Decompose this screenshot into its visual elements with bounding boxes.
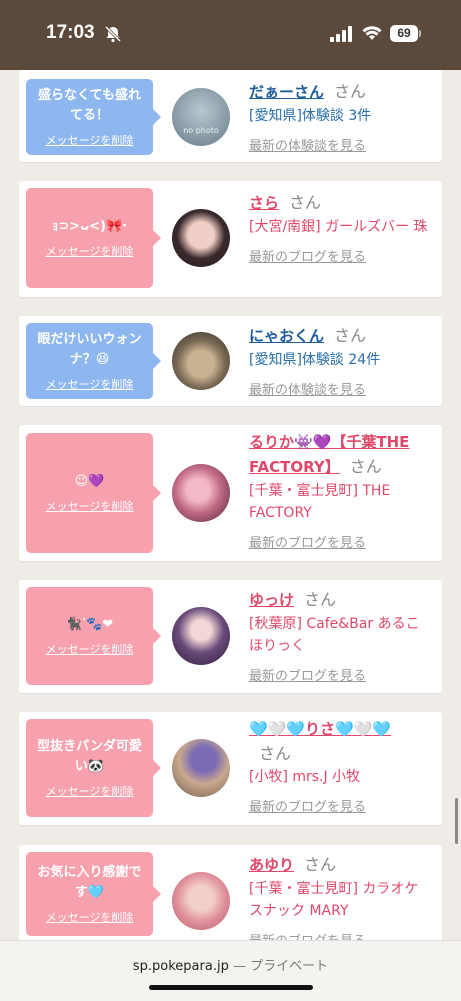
avatar[interactable] <box>172 872 230 930</box>
battery-tip <box>419 30 421 37</box>
shop-info: [千葉・富士見町] カラオケスナック MARY <box>249 881 419 919</box>
home-indicator[interactable] <box>149 985 313 990</box>
user-name-link[interactable]: るりか👾💜【千葉THE FACTORY】 <box>249 433 409 476</box>
no-photo-label: no photo <box>183 126 219 135</box>
user-name-link[interactable]: 🩵🤍🩵りさ🩵🤍🩵 <box>249 720 391 738</box>
view-latest-link[interactable]: 最新のブログを見る <box>249 796 429 815</box>
message-bubble: 😉💜 メッセージを削除 <box>26 433 161 553</box>
view-latest-link[interactable]: 最新の体験談を見る <box>249 135 429 154</box>
user-name-link[interactable]: だぁーさん <box>249 83 324 101</box>
shop-info: [小牧] mrs.J 小牧 <box>249 769 361 785</box>
message-text: 😉💜 <box>74 474 105 489</box>
list-item: 眼だけいいウォンナ？😆 メッセージを削除 にゃおくん さん [愛知県]体験談 24… <box>19 316 442 406</box>
delete-message-link[interactable]: メッセージを削除 <box>46 243 134 259</box>
list-item: ｮ⊃>ᴗ<)🎀· メッセージを削除 さら さん [大宮/南銀] ガールズバー 珠 … <box>19 181 442 297</box>
card-info: にゃおくん さん [愛知県]体験談 24件 最新の体験談を見る <box>249 322 429 398</box>
shop-info: [大宮/南銀] ガールズバー 珠 <box>249 219 428 235</box>
url-display[interactable]: sp.pokepara.jp — プライベート <box>0 955 461 974</box>
message-bubble: 型抜きパンダ可愛い🐼 メッセージを削除 <box>26 719 161 817</box>
message-text: ｮ⊃>ᴗ<)🎀· <box>51 219 128 234</box>
avatar[interactable] <box>172 464 230 522</box>
view-latest-link[interactable]: 最新の体験談を見る <box>249 379 429 398</box>
view-latest-link[interactable]: 最新のブログを見る <box>249 665 429 684</box>
wifi-icon <box>362 26 382 40</box>
list-item: 😉💜 メッセージを削除 るりか👾💜【千葉THE FACTORY】 さん [千葉・富… <box>19 425 442 561</box>
list-item: お気に入り感謝です🩵 メッセージを削除 あゆり さん [千葉・富士見町] カラオケ… <box>19 845 442 940</box>
avatar[interactable] <box>172 209 230 267</box>
scrollbar-thumb[interactable] <box>455 798 458 844</box>
shop-info: [千葉・富士見町] THE FACTORY <box>249 483 391 521</box>
shop-info: [愛知県]体験談 24件 <box>249 352 381 368</box>
message-bubble: ｮ⊃>ᴗ<)🎀· メッセージを削除 <box>26 188 161 288</box>
list-item: 🐈‍⬛ᐝ🐾❤ メッセージを削除 ゆっけ さん [秋葉原] Cafe&Bar あるこ… <box>19 580 442 693</box>
message-text: お気に入り感謝です🩵 <box>37 865 142 900</box>
message-text: 型抜きパンダ可愛い🐼 <box>37 739 142 774</box>
message-bubble: お気に入り感謝です🩵 メッセージを削除 <box>26 852 161 936</box>
honorific: さん <box>304 855 337 874</box>
privacy-label: — プライベート <box>232 959 329 974</box>
avatar[interactable]: no photo <box>172 88 230 146</box>
delete-message-link[interactable]: メッセージを削除 <box>46 132 134 148</box>
message-bubble: 盛らなくても盛れてる！ メッセージを削除 <box>26 79 161 155</box>
message-text: 盛らなくても盛れてる！ <box>38 88 141 123</box>
url-domain: sp.pokepara.jp <box>132 959 229 974</box>
card-info: さら さん [大宮/南銀] ガールズバー 珠 最新のブログを見る <box>249 189 429 265</box>
user-name-link[interactable]: にゃおくん <box>249 327 324 345</box>
honorific: さん <box>334 82 367 101</box>
message-text: 眼だけいいウォンナ？😆 <box>37 332 142 367</box>
delete-message-link[interactable]: メッセージを削除 <box>46 498 134 514</box>
view-latest-link[interactable]: 最新のブログを見る <box>249 532 429 551</box>
avatar[interactable] <box>172 607 230 665</box>
avatar[interactable] <box>172 332 230 390</box>
card-info: だぁーさん さん [愛知県]体験談 3件 最新の体験談を見る <box>249 78 429 154</box>
shop-info: [愛知県]体験談 3件 <box>249 108 372 124</box>
user-name-link[interactable]: あゆり <box>249 856 294 874</box>
list-item: 型抜きパンダ可愛い🐼 メッセージを削除 🩵🤍🩵りさ🩵🤍🩵 さん [小牧] mrs.… <box>19 712 442 825</box>
shop-info: [秋葉原] Cafe&Bar あるこほりっく <box>249 616 420 654</box>
delete-message-link[interactable]: メッセージを削除 <box>46 376 134 392</box>
list-item: 盛らなくても盛れてる！ メッセージを削除 no photo だぁーさん さん [愛… <box>19 70 442 162</box>
view-latest-link[interactable]: 最新のブログを見る <box>249 246 429 265</box>
card-info: ゆっけ さん [秋葉原] Cafe&Bar あるこほりっく 最新のブログを見る <box>249 586 429 684</box>
message-text: 🐈‍⬛ᐝ🐾❤ <box>65 617 114 632</box>
honorific: さん <box>349 457 382 476</box>
message-list[interactable]: 盛らなくても盛れてる！ メッセージを削除 no photo だぁーさん さん [愛… <box>0 70 461 940</box>
delete-message-link[interactable]: メッセージを削除 <box>46 909 134 925</box>
delete-message-link[interactable]: メッセージを削除 <box>46 641 134 657</box>
card-info: るりか👾💜【千葉THE FACTORY】 さん [千葉・富士見町] THE FAC… <box>249 431 429 551</box>
bell-slash-icon <box>104 25 122 43</box>
user-name-link[interactable]: さら <box>249 194 279 212</box>
status-time: 17:03 <box>46 22 95 43</box>
honorific: さん <box>259 744 292 763</box>
status-bar: 17:03 69 <box>0 0 461 70</box>
honorific: さん <box>304 590 337 609</box>
signal-icon <box>330 26 352 42</box>
avatar[interactable] <box>172 739 230 797</box>
user-name-link[interactable]: ゆっけ <box>249 591 294 609</box>
card-info: あゆりさん [千葉・富士見町] カラオケスナック MARY 最新のブログを見る <box>249 851 429 940</box>
battery-indicator: 69 <box>390 25 418 42</box>
honorific: さん <box>289 193 322 212</box>
honorific: さん <box>334 326 367 345</box>
card-info: 🩵🤍🩵りさ🩵🤍🩵 さん [小牧] mrs.J 小牧 最新のブログを見る <box>249 718 429 815</box>
message-bubble: 眼だけいいウォンナ？😆 メッセージを削除 <box>26 323 161 399</box>
url-bar[interactable]: sp.pokepara.jp — プライベート <box>0 940 461 1001</box>
delete-message-link[interactable]: メッセージを削除 <box>46 783 134 799</box>
message-bubble: 🐈‍⬛ᐝ🐾❤ メッセージを削除 <box>26 587 161 685</box>
view-latest-link[interactable]: 最新のブログを見る <box>249 930 429 940</box>
